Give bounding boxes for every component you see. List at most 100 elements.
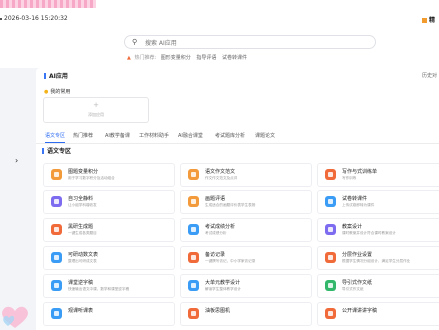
app-icon — [325, 308, 336, 319]
brand-logo[interactable]: 精 — [421, 15, 435, 24]
app-tile[interactable]: 试卷转课件 上传试卷即转为课件 — [317, 190, 439, 214]
app-title: 公开课讲讲字稿 — [342, 308, 378, 314]
app-description: 考试成绩分析 — [205, 231, 227, 235]
date-bar: 2026-03-16 15:20:32 精 — [0, 12, 439, 29]
search-input[interactable] — [143, 37, 367, 49]
app-tile[interactable]: 考试成绩分析 考试成绩分析 — [180, 218, 312, 242]
app-tile[interactable]: 写作与式训练单 写作训练 — [317, 163, 439, 187]
app-tile[interactable]: 图题变量积分 用于学习数字积分及活动组合 — [43, 163, 175, 187]
app-title: 导引式作文纸 — [342, 280, 373, 286]
app-tile[interactable]: 大单元教学设计 解读学生整体教学设计 — [180, 274, 312, 298]
app-icon — [51, 252, 62, 263]
tab-exam-analysis[interactable]: 考试题库分析 — [215, 132, 245, 139]
app-description: 一键撰写访记，中小学家访记录 — [205, 259, 256, 263]
title-accent-bar — [44, 73, 46, 79]
app-description: 根据学生情况分组设计，满足学生分层作业 — [342, 259, 411, 263]
app-description: 用于学习数字积分及活动组合 — [68, 176, 115, 180]
app-tile[interactable]: 导引式作文纸 导引式作文纸 — [317, 274, 439, 298]
app-tile[interactable]: 备访记录 一键撰写访记，中小学家访记录 — [180, 246, 312, 270]
hot-item[interactable]: 试卷转课件 — [222, 55, 247, 61]
decorative-banner — [0, 0, 96, 8]
app-tile[interactable]: 可研动数文表 整理出可研成文表 — [43, 246, 175, 270]
bullet-dot — [0, 18, 2, 20]
app-icon — [325, 252, 336, 263]
section-accent-bar — [42, 148, 44, 154]
search-area: ⚲ ▲ 热门推荐: 图形变量积分 指导评语 试卷转课件 — [0, 28, 439, 68]
logo-text: 精 — [428, 17, 435, 24]
search-box[interactable]: ⚲ — [124, 35, 376, 49]
tab-work-materials[interactable]: 工作材料助手 — [139, 132, 169, 139]
app-description: 一键生成各类题目 — [68, 231, 97, 235]
app-icon — [325, 280, 336, 291]
heart-decoration — [2, 306, 28, 328]
tab-ai-lesson-prep[interactable]: AI教学备课 — [105, 132, 130, 139]
my-favorites-text: 我的常用 — [50, 89, 71, 95]
app-icon — [188, 224, 199, 235]
top-strip — [0, 0, 439, 12]
app-icon — [51, 196, 62, 207]
app-description: 写作训练 — [342, 176, 357, 180]
app-tile[interactable]: 油板思图机 — [180, 302, 312, 326]
app-title: 大单元教学设计 — [205, 280, 241, 286]
app-tile[interactable]: 公开课讲讲字稿 — [317, 302, 439, 326]
app-title: 试卷转课件 — [342, 196, 368, 202]
app-title: 自习全静料 — [68, 196, 94, 202]
app-description: 作文作文范文及点评 — [205, 176, 238, 180]
hot-item[interactable]: 图形变量积分 — [161, 55, 191, 61]
app-title: 语文作文范文 — [205, 169, 236, 175]
tab-hot[interactable]: 热门推荐 — [73, 132, 93, 139]
app-title: 观课听课表 — [68, 308, 94, 314]
app-icon — [51, 224, 62, 235]
plus-icon: + — [93, 101, 99, 109]
section-title-text: 语文专区 — [47, 148, 72, 155]
card-title-text: AI应用 — [49, 73, 68, 80]
tab-ai-classroom[interactable]: AI融合课堂 — [178, 132, 203, 139]
app-tile[interactable]: 语文作文范文 作文作文范文及点评 — [180, 163, 312, 187]
mouse-cursor-icon: › — [15, 156, 19, 165]
app-title: 写作与式训练单 — [342, 169, 378, 175]
app-icon — [51, 280, 62, 291]
app-icon — [325, 196, 336, 207]
app-tile[interactable]: 课堂逆字稿 快速输出语文中课，数学和课堂逆字稿 — [43, 274, 175, 298]
search-icon: ⚲ — [132, 38, 138, 46]
tab-research-papers[interactable]: 课题论文 — [255, 132, 275, 139]
app-tile[interactable]: 分层作业设置 根据学生情况分组设计，满足学生分层作业 — [317, 246, 439, 270]
app-title: 油板思图机 — [205, 308, 231, 314]
section-title: 语文专区 — [42, 146, 71, 155]
app-description: 解读学生整体教学设计 — [205, 287, 241, 291]
logo-icon — [421, 18, 427, 23]
add-app-button[interactable]: + 添加应用 — [43, 97, 149, 123]
app-tile[interactable]: 观课听课表 — [43, 302, 175, 326]
fire-icon: ▲ — [127, 55, 131, 61]
app-icon — [188, 280, 199, 291]
app-icon — [325, 169, 336, 180]
datetime-text: 2026-03-16 15:20:32 — [4, 15, 68, 22]
history-link[interactable]: 历史对 — [422, 72, 437, 79]
app-description: 课时教案并设计符合课时教案设计 — [342, 231, 396, 235]
app-tile[interactable]: 教案设计 课时教案并设计符合课时教案设计 — [317, 218, 439, 242]
star-icon: ● — [44, 89, 49, 95]
hot-item[interactable]: 指导评语 — [196, 55, 216, 61]
app-description: 整理出可研成文表 — [68, 259, 97, 263]
app-title: 教案设计 — [342, 224, 363, 230]
app-title: 备访记录 — [205, 252, 226, 258]
app-icon — [51, 308, 62, 319]
app-title: 画题评语 — [205, 196, 226, 202]
app-icon — [51, 169, 62, 180]
app-title: 黑研生成题 — [68, 224, 94, 230]
ai-apps-card: AI应用 历史对 ● 我的常用 + 添加应用 语文专区 热门推荐 AI教学备课 工… — [36, 68, 439, 330]
app-tile[interactable]: 黑研生成题 一键生成各类题目 — [43, 218, 175, 242]
app-icon — [188, 252, 199, 263]
app-tile[interactable]: 自习全静料 让小组学科增收发 — [43, 190, 175, 214]
app-title: 图题变量积分 — [68, 169, 99, 175]
app-title: 考试成绩分析 — [205, 224, 236, 230]
app-title: 课堂逆字稿 — [68, 280, 94, 286]
my-favorites-label: ● 我的常用 — [44, 88, 70, 95]
app-icon — [188, 169, 199, 180]
app-icon — [325, 224, 336, 235]
tab-chinese-zone[interactable]: 语文专区 — [45, 132, 66, 143]
app-tile[interactable]: 画题评语 生成适合的画题评价表学生表扬 — [180, 190, 312, 214]
hot-recommendations: ▲ 热门推荐: 图形变量积分 指导评语 试卷转课件 — [127, 54, 251, 61]
app-description: 生成适合的画题评价表学生表扬 — [205, 203, 256, 207]
app-title: 分层作业设置 — [342, 252, 373, 258]
